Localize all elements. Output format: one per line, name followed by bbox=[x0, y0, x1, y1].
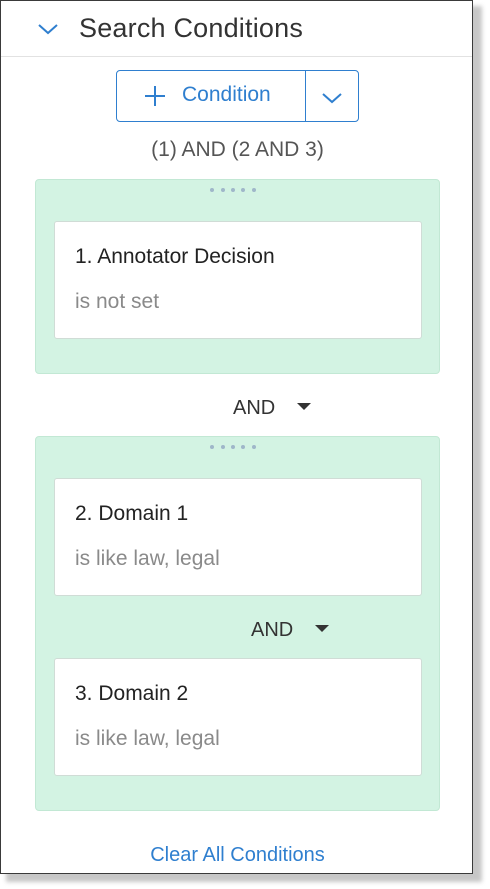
drag-handle-icon[interactable] bbox=[207, 445, 267, 453]
chevron-down-icon[interactable] bbox=[37, 22, 59, 36]
caret-down-icon bbox=[315, 625, 330, 633]
condition-title: 2. Domain 1 bbox=[75, 502, 189, 525]
panel-title: Search Conditions bbox=[79, 13, 304, 43]
condition-card-2[interactable]: 2. Domain 1 is like law, legal bbox=[54, 478, 422, 596]
panel-header[interactable]: Search Conditions bbox=[1, 1, 472, 57]
condition-card-3[interactable]: 3. Domain 2 is like law, legal bbox=[54, 658, 422, 776]
condition-group-2: 2. Domain 1 is like law, legal AND 3. Do… bbox=[35, 436, 440, 811]
add-condition-button[interactable]: Condition bbox=[117, 71, 306, 121]
logic-summary: (1) AND (2 AND 3) bbox=[151, 138, 324, 161]
caret-down-icon bbox=[297, 403, 312, 411]
search-conditions-panel: Search Conditions Condition (1) AND (2 A… bbox=[0, 0, 473, 874]
clear-all-conditions-link[interactable]: Clear All Conditions bbox=[1, 844, 474, 867]
inner-operator-dropdown[interactable]: AND bbox=[251, 619, 330, 642]
operator-label: AND bbox=[233, 397, 276, 419]
add-condition-label: Condition bbox=[182, 83, 271, 106]
drag-handle-icon[interactable] bbox=[207, 188, 267, 196]
condition-group-1: 1. Annotator Decision is not set bbox=[35, 179, 440, 374]
group-operator-dropdown[interactable]: AND bbox=[233, 397, 312, 420]
add-condition-menu-button[interactable] bbox=[305, 71, 358, 121]
operator-label: AND bbox=[251, 619, 294, 641]
chevron-down-icon bbox=[322, 93, 342, 104]
plus-icon bbox=[145, 86, 165, 106]
add-condition-split-button: Condition bbox=[116, 70, 359, 122]
condition-title: 1. Annotator Decision bbox=[75, 245, 275, 268]
condition-summary: is not set bbox=[75, 290, 160, 313]
condition-summary: is like law, legal bbox=[75, 547, 220, 570]
condition-title: 3. Domain 2 bbox=[75, 682, 189, 705]
condition-card-1[interactable]: 1. Annotator Decision is not set bbox=[54, 221, 422, 339]
condition-summary: is like law, legal bbox=[75, 727, 220, 750]
